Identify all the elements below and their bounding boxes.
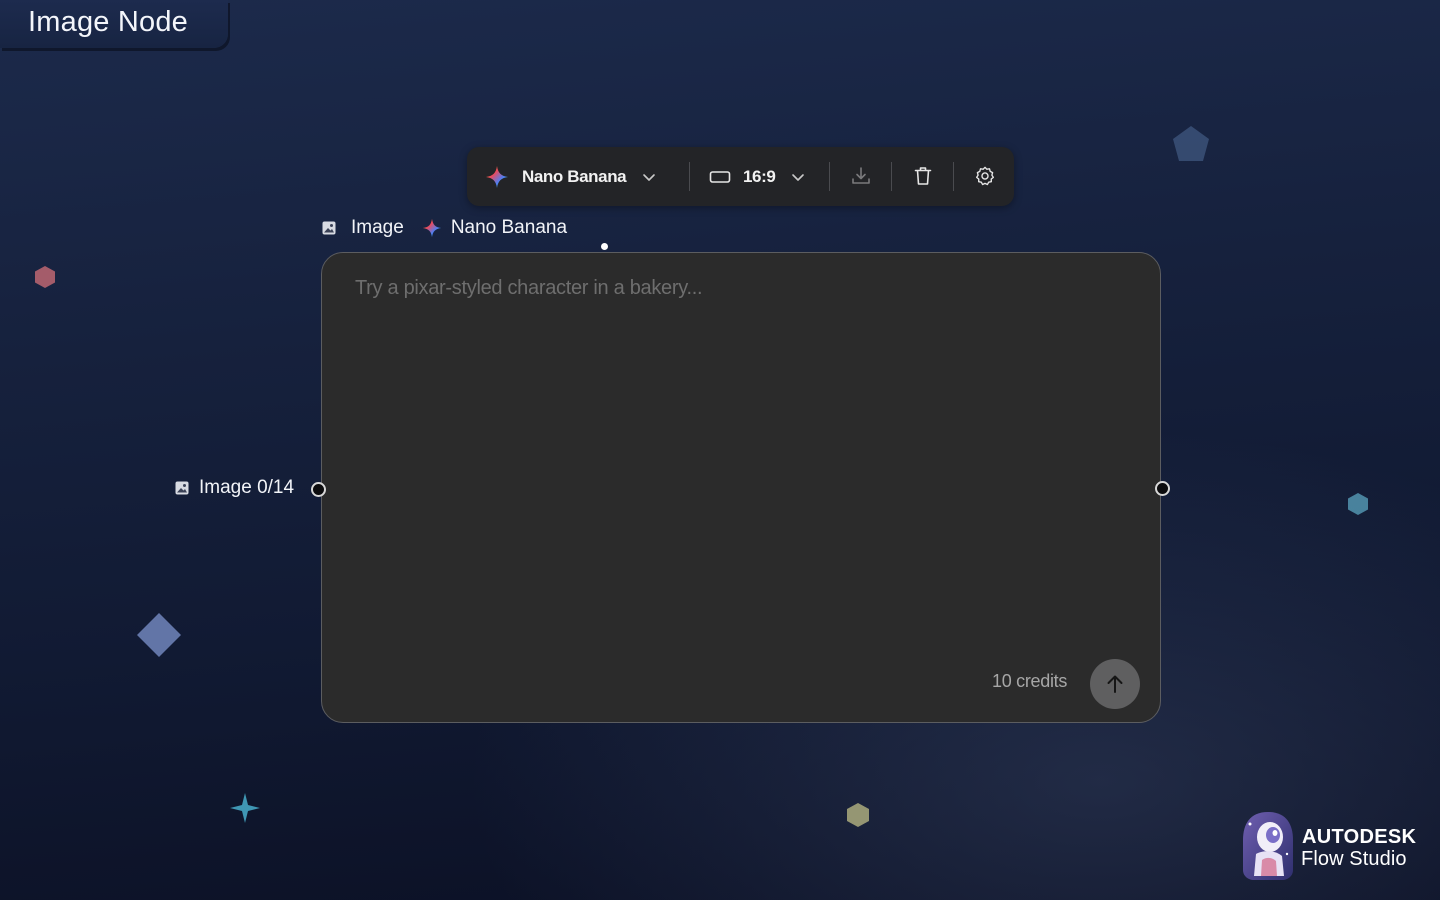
toolbar-divider: [829, 162, 830, 191]
sparkle-icon: [486, 166, 508, 188]
aspect-ratio-selector[interactable]: 16:9: [709, 163, 806, 191]
download-button[interactable]: [844, 159, 878, 193]
node-anchor-dot[interactable]: [601, 243, 608, 250]
node-header: Image Nano Banana: [322, 214, 567, 242]
prompt-card: 10 credits: [321, 252, 1161, 723]
input-handle[interactable]: [311, 482, 326, 497]
sparkle-icon: [422, 218, 441, 238]
decorative-hexagon-pink: [35, 266, 55, 288]
gear-icon: [975, 166, 995, 186]
decorative-star: [230, 793, 260, 823]
credits-label: 10 credits: [992, 671, 1068, 691]
settings-button[interactable]: [968, 159, 1002, 193]
decorative-hexagon-olive: [847, 803, 869, 827]
decorative-diamond: [137, 613, 181, 657]
page-title-tab: Image Node: [0, 0, 228, 48]
prompt-input[interactable]: [355, 277, 1125, 637]
image-icon: [175, 481, 189, 495]
node-type-label: Image: [351, 217, 404, 238]
page-title: Image Node: [28, 6, 188, 38]
chevron-down-icon: [643, 174, 656, 181]
brand-logo: AUTODESK Flow Studio: [1240, 808, 1430, 884]
aspect-ratio-label: 16:9: [743, 167, 776, 186]
trash-icon: [914, 167, 932, 185]
input-port-label: Image 0/14: [175, 475, 294, 501]
aspect-ratio-icon: [709, 171, 731, 183]
generate-button[interactable]: [1090, 659, 1140, 709]
node-model-label: Nano Banana: [450, 217, 568, 238]
flow-studio-mascot-icon: [1243, 812, 1293, 880]
input-port-text: Image 0/14: [199, 477, 295, 498]
node-toolbar: Nano Banana 16:9: [467, 147, 1014, 206]
image-icon: [322, 221, 336, 235]
arrow-up-icon: [1107, 675, 1123, 693]
toolbar-divider: [689, 162, 690, 191]
chevron-down-icon: [792, 174, 805, 181]
model-label: Nano Banana: [522, 167, 627, 186]
brand-product: Flow Studio: [1301, 848, 1407, 870]
decorative-hexagon-teal: [1348, 493, 1368, 515]
delete-button[interactable]: [906, 159, 940, 193]
model-selector[interactable]: Nano Banana: [485, 163, 657, 191]
toolbar-divider: [953, 162, 954, 191]
download-icon: [852, 167, 870, 184]
brand-company: AUTODESK: [1302, 826, 1417, 848]
toolbar-divider: [891, 162, 892, 191]
decorative-pentagon: [1173, 126, 1209, 161]
output-handle[interactable]: [1155, 481, 1170, 496]
